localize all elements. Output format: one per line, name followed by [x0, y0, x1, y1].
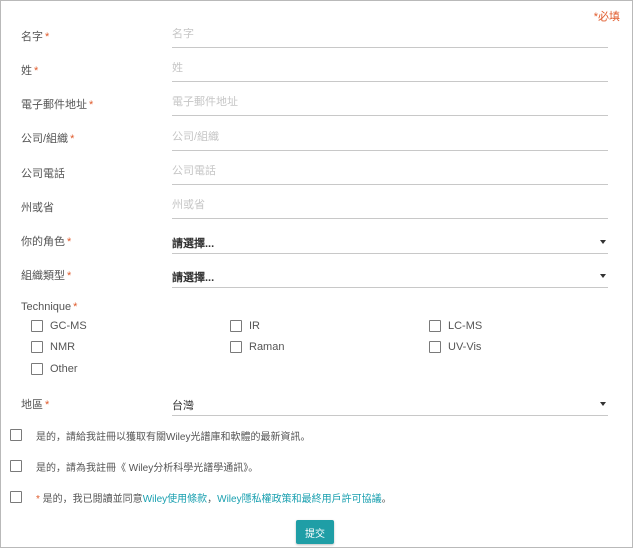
raman-label: Raman: [249, 341, 285, 353]
lc-ms-checkbox[interactable]: [429, 320, 441, 332]
chevron-down-icon: [600, 274, 606, 278]
technique-label: Technique *: [21, 301, 78, 313]
terms-suffix: 。: [381, 493, 392, 505]
terms-of-use-link[interactable]: Wiley使用條款: [143, 494, 207, 505]
technique-option-uv-vis[interactable]: UV-Vis: [429, 340, 481, 354]
phone-label: 公司電話: [21, 168, 65, 180]
technique-option-gc-ms[interactable]: GC-MS: [31, 319, 87, 333]
role-select[interactable]: 請選擇...: [172, 228, 608, 254]
newsletter-checkbox[interactable]: [10, 460, 22, 472]
phone-field: [172, 159, 608, 185]
terms-text: * 是的，我已閱讀並同意Wiley使用條款，Wiley隱私權政策和最終用戶許可協…: [36, 490, 392, 505]
company-label: 公司/組織 *: [21, 133, 75, 145]
company-input[interactable]: [172, 131, 608, 143]
uv-vis-label: UV-Vis: [448, 341, 482, 353]
other-checkbox[interactable]: [31, 363, 43, 375]
state-field: [172, 193, 608, 219]
technique-option-raman[interactable]: Raman: [230, 340, 284, 354]
technique-option-ir[interactable]: IR: [230, 319, 260, 333]
terms-separator: ，: [207, 493, 218, 505]
org-type-selected-value: 請選擇...: [172, 272, 215, 284]
first-name-field: [172, 22, 608, 48]
nmr-label: NMR: [50, 341, 76, 353]
last-name-input[interactable]: [172, 62, 608, 74]
email-input[interactable]: [172, 96, 608, 108]
org-type-label: 組織類型 *: [21, 270, 72, 282]
org-type-select[interactable]: 請選擇...: [172, 262, 608, 288]
technique-option-lc-ms[interactable]: LC-MS: [429, 319, 482, 333]
chevron-down-icon: [600, 402, 606, 406]
ir-label: IR: [249, 320, 260, 332]
terms-checkbox[interactable]: [10, 491, 22, 503]
gc-ms-label: GC-MS: [50, 320, 87, 332]
consent-row-terms: * 是的，我已閱讀並同意Wiley使用條款，Wiley隱私權政策和最終用戶許可協…: [10, 490, 392, 505]
newsletter-text: 是的，請為我註冊《 Wiley分析科學光譜學通訊》。: [36, 462, 259, 474]
nmr-checkbox[interactable]: [31, 341, 43, 353]
lc-ms-label: LC-MS: [448, 320, 483, 332]
consent-row-library-updates: 是的，請給我註冊以獲取有關Wiley光譜庫和軟體的最新資訊。: [10, 428, 311, 443]
region-label: 地區 *: [21, 399, 50, 411]
library-updates-text: 是的，請給我註冊以獲取有關Wiley光譜庫和軟體的最新資訊。: [36, 431, 311, 443]
registration-form: *必填 名字* 姓* 電子郵件地址* 公司/組織* 公司電話 州或省 你的角色*…: [0, 0, 633, 548]
other-label: Other: [50, 363, 78, 375]
privacy-policy-link[interactable]: Wiley隱私權政策和最終用戶許可協議: [217, 494, 381, 505]
ir-checkbox[interactable]: [230, 320, 242, 332]
library-updates-checkbox[interactable]: [10, 429, 22, 441]
phone-input[interactable]: [172, 165, 608, 177]
technique-option-other[interactable]: Other: [31, 362, 78, 376]
consent-row-newsletter: 是的，請為我註冊《 Wiley分析科學光譜學通訊》。: [10, 459, 259, 474]
submit-button[interactable]: 提交: [296, 520, 334, 544]
company-field: [172, 125, 608, 151]
email-field: [172, 90, 608, 116]
state-input[interactable]: [172, 199, 608, 211]
first-name-label: 名字 *: [21, 31, 50, 43]
last-name-label: 姓 *: [21, 65, 39, 77]
last-name-field: [172, 56, 608, 82]
terms-prefix: 是的，我已閱讀並同意: [39, 493, 143, 505]
technique-option-nmr[interactable]: NMR: [31, 340, 75, 354]
raman-checkbox[interactable]: [230, 341, 242, 353]
email-label: 電子郵件地址 *: [21, 99, 94, 111]
first-name-input[interactable]: [172, 28, 608, 40]
region-selected-value: 台灣: [172, 400, 194, 412]
region-select[interactable]: 台灣: [172, 390, 608, 416]
uv-vis-checkbox[interactable]: [429, 341, 441, 353]
chevron-down-icon: [600, 240, 606, 244]
role-label: 你的角色 *: [21, 236, 72, 248]
gc-ms-checkbox[interactable]: [31, 320, 43, 332]
role-selected-value: 請選擇...: [172, 238, 215, 250]
state-label: 州或省: [21, 202, 54, 214]
